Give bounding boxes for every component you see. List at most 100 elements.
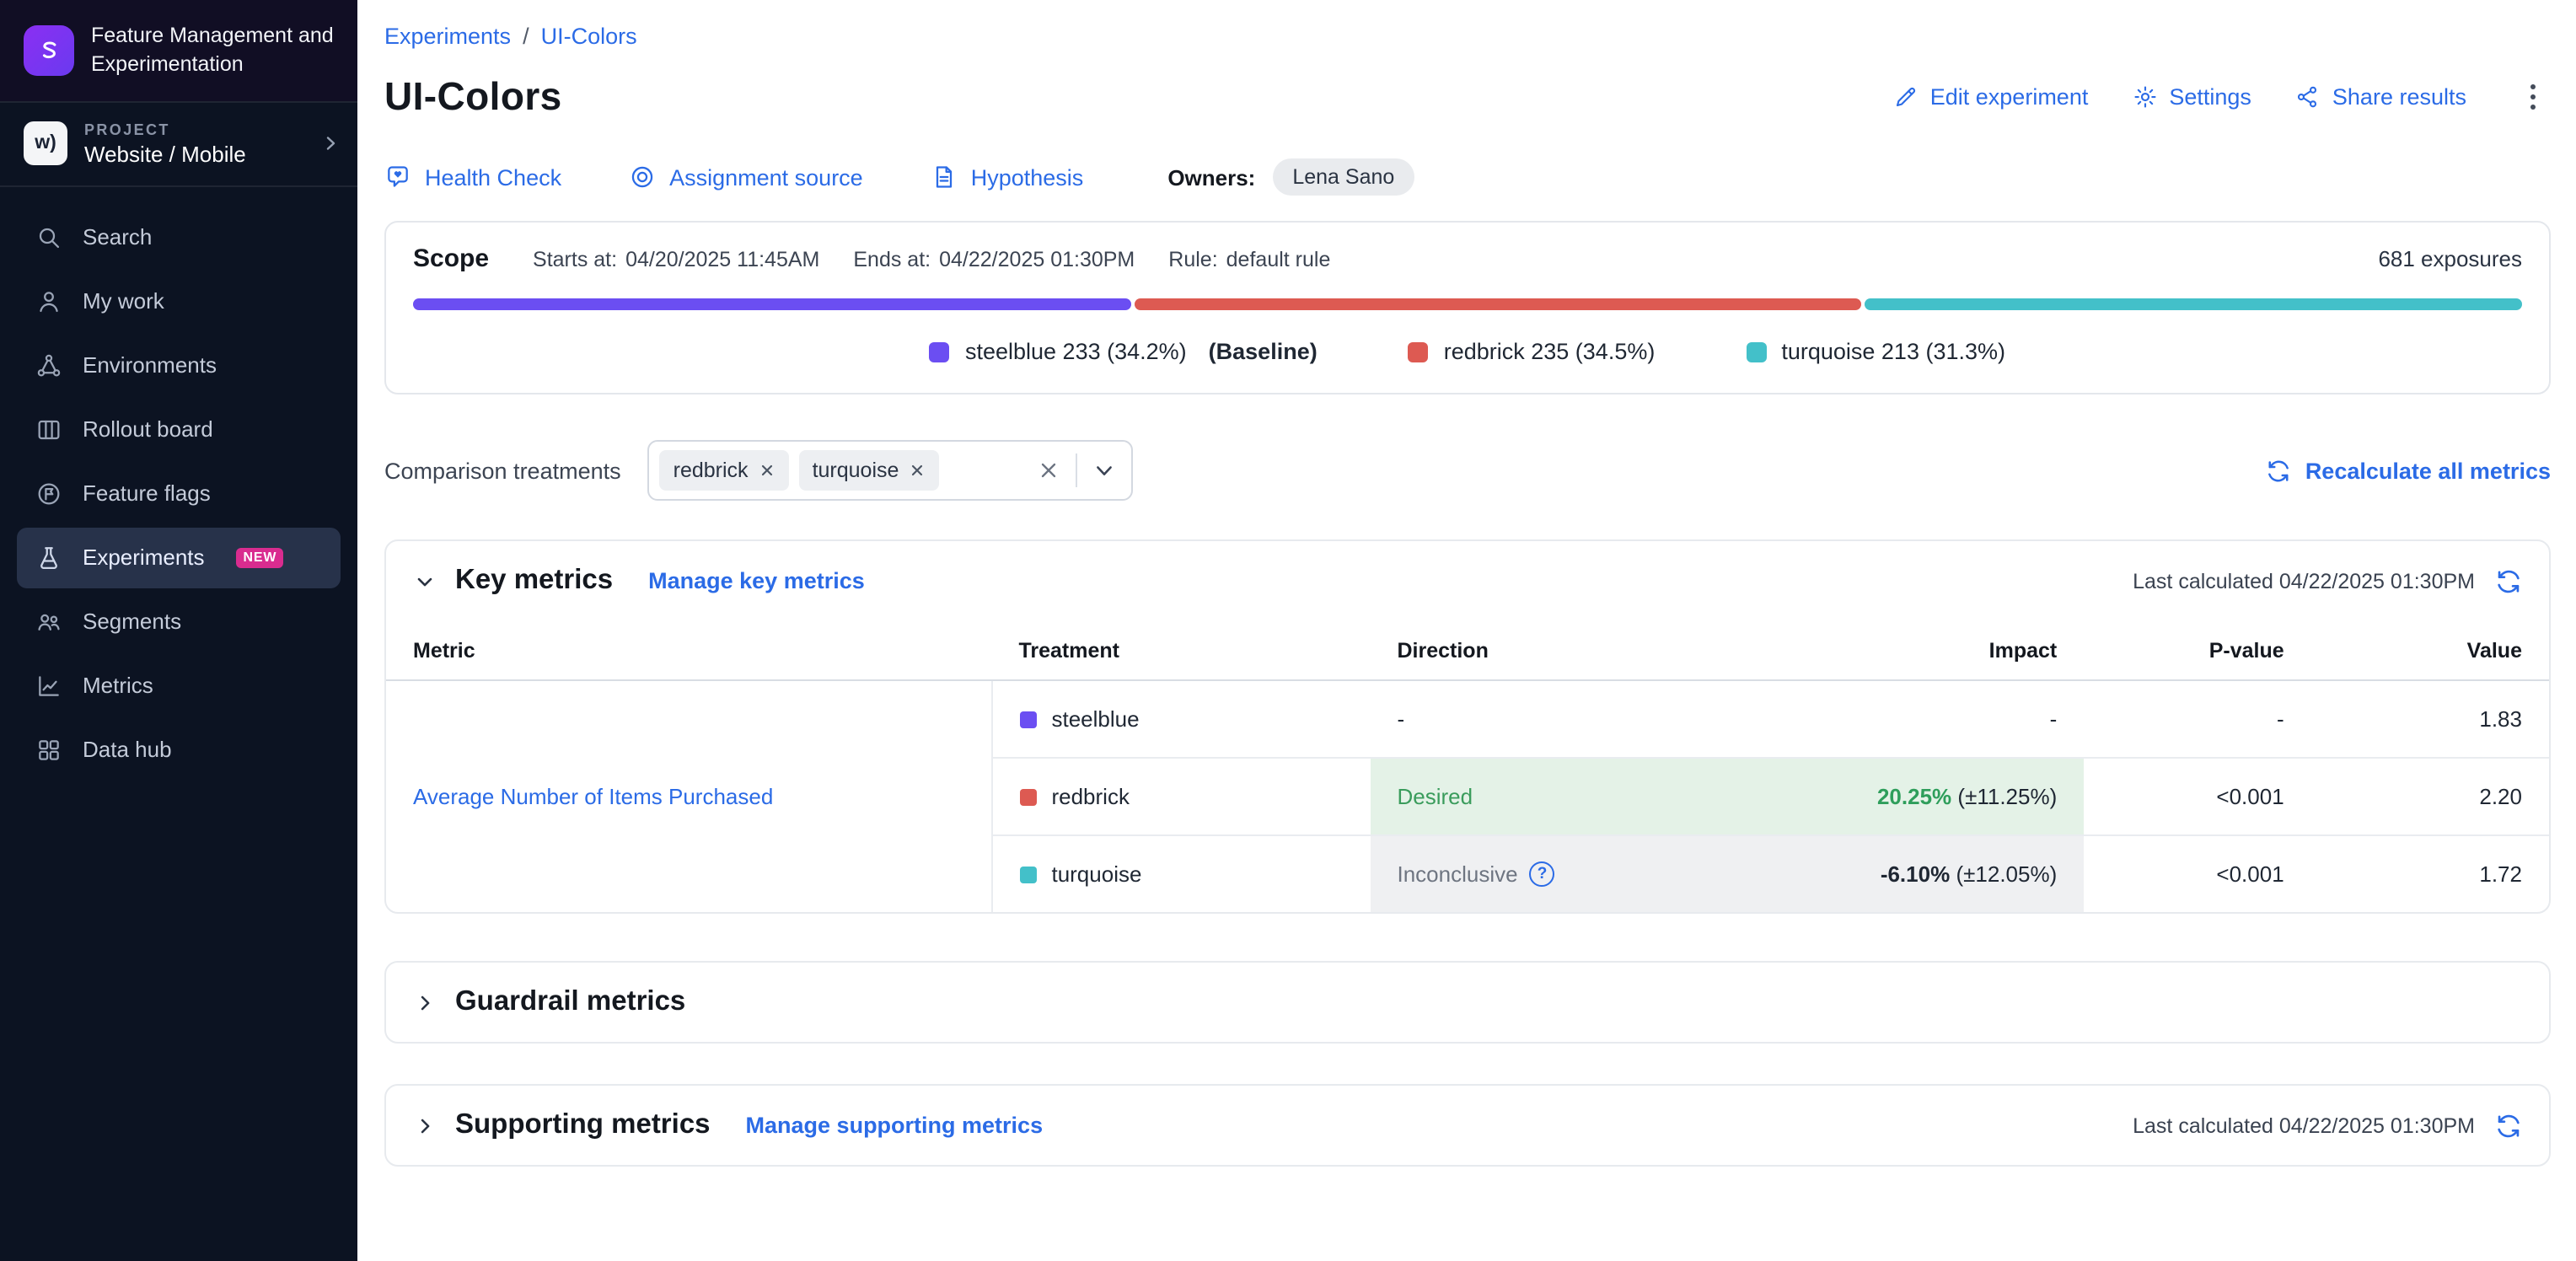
question-circle-icon[interactable] xyxy=(1530,861,1555,887)
rule: Rule: default rule xyxy=(1168,247,1330,271)
owner-chip[interactable]: Lena Sano xyxy=(1272,158,1414,196)
treatment-chip-redbrick[interactable]: redbrick xyxy=(660,450,789,491)
legend-swatch-steelblue xyxy=(930,341,950,362)
share-icon xyxy=(2295,84,2321,110)
treatment-cell: redbrick xyxy=(991,758,1370,835)
project-avatar: w) xyxy=(24,122,67,166)
impact-cell: -6.10% (±12.05%) xyxy=(1803,835,2085,912)
direction-cell: - xyxy=(1371,680,1803,758)
ends-at-label: Ends at: xyxy=(853,247,931,271)
search-icon xyxy=(35,224,62,251)
user-icon xyxy=(35,288,62,315)
expand-chevron-right-icon[interactable] xyxy=(413,990,437,1014)
sidebar-item-label: Experiments xyxy=(83,545,205,571)
treatment-name: steelblue xyxy=(1051,706,1139,732)
legend-label: redbrick 235 (34.5%) xyxy=(1444,339,1656,364)
share-results-button[interactable]: Share results xyxy=(2295,84,2466,110)
direction-text: Desired xyxy=(1398,784,1473,809)
settings-button[interactable]: Settings xyxy=(2132,84,2251,110)
header-actions: Edit experiment Settings Share results xyxy=(1893,78,2551,115)
key-metrics-header: Key metrics Manage key metrics Last calc… xyxy=(386,541,2549,620)
collapse-chevron-down-icon[interactable] xyxy=(413,569,437,593)
project-switcher[interactable]: w) PROJECT Website / Mobile xyxy=(0,101,357,187)
manage-key-metrics-link[interactable]: Manage key metrics xyxy=(648,568,865,593)
starts-at-value: 04/20/2025 11:45AM xyxy=(625,247,819,271)
edit-experiment-button[interactable]: Edit experiment xyxy=(1893,84,2089,110)
distribution-segment-steelblue xyxy=(413,298,1132,310)
sidebar-item-label: Segments xyxy=(83,609,181,635)
sidebar-item-my-work[interactable]: My work xyxy=(17,271,341,332)
ends-at-value: 04/22/2025 01:30PM xyxy=(939,247,1135,271)
treatment-name: turquoise xyxy=(1051,861,1141,887)
direction-cell: Inconclusive xyxy=(1371,835,1803,912)
remove-chip-icon[interactable] xyxy=(909,462,926,479)
value-cell: 1.72 xyxy=(2311,835,2549,912)
remove-chip-icon[interactable] xyxy=(759,462,775,479)
expand-chevron-right-icon[interactable] xyxy=(413,1113,437,1137)
clear-selection-icon[interactable] xyxy=(1038,459,1061,482)
p-value-cell: - xyxy=(2084,680,2310,758)
value-cell: 2.20 xyxy=(2311,758,2549,835)
meta-row: Health Check Assignment source Hypothesi… xyxy=(384,158,2551,196)
recalculate-all-metrics-button[interactable]: Recalculate all metrics xyxy=(2267,458,2551,483)
comparison-treatments-label: Comparison treatments xyxy=(384,458,621,483)
treatment-cell: steelblue xyxy=(991,680,1370,758)
owners-label: Owners: xyxy=(1167,164,1255,190)
sidebar-item-segments[interactable]: Segments xyxy=(17,592,341,652)
manage-supporting-metrics-link[interactable]: Manage supporting metrics xyxy=(746,1113,1044,1138)
breadcrumb-link-current[interactable]: UI-Colors xyxy=(541,24,637,49)
target-icon xyxy=(629,164,656,190)
legend-swatch-turquoise xyxy=(1746,341,1766,362)
more-actions-button[interactable] xyxy=(2514,78,2551,115)
sidebar-item-data-hub[interactable]: Data hub xyxy=(17,720,341,781)
column-header-treatment: Treatment xyxy=(991,620,1370,680)
dropdown-chevron-icon[interactable] xyxy=(1093,459,1117,482)
last-calculated-group: Last calculated 04/22/2025 01:30PM xyxy=(2133,567,2522,594)
distribution-legend: steelblue 233 (34.2%) (Baseline) redbric… xyxy=(413,339,2522,364)
impact-cell: 20.25% (±11.25%) xyxy=(1803,758,2085,835)
page-title: UI-Colors xyxy=(384,74,562,120)
breadcrumb-link-experiments[interactable]: Experiments xyxy=(384,24,511,49)
treatment-cell: turquoise xyxy=(991,835,1370,912)
heart-bubble-icon xyxy=(384,164,411,190)
data-hub-icon xyxy=(35,737,62,764)
value-cell: 1.83 xyxy=(2311,680,2549,758)
hypothesis-link[interactable]: Hypothesis xyxy=(931,164,1084,190)
distribution-segment-turquoise xyxy=(1864,298,2522,310)
chevron-right-icon xyxy=(320,134,341,154)
brand: Feature Management and Experimentation xyxy=(0,0,357,101)
breadcrumb-separator: / xyxy=(523,24,529,49)
sidebar-item-label: Search xyxy=(83,225,152,250)
sidebar-item-label: Data hub xyxy=(83,738,172,763)
treatment-chip-turquoise[interactable]: turquoise xyxy=(799,450,940,491)
sidebar-item-label: Metrics xyxy=(83,673,153,699)
feature-flag-icon xyxy=(35,480,62,507)
impact-value: - xyxy=(2050,706,2058,732)
scope-header: Scope Starts at: 04/20/2025 11:45AM Ends… xyxy=(413,244,2522,273)
brand-title: Feature Management and Experimentation xyxy=(91,22,334,79)
assignment-source-link[interactable]: Assignment source xyxy=(629,164,863,190)
sidebar-item-rollout-board[interactable]: Rollout board xyxy=(17,400,341,460)
gear-icon xyxy=(2132,84,2157,110)
table-header-row: Metric Treatment Direction Impact P-valu… xyxy=(386,620,2549,680)
key-metrics-title: Key metrics xyxy=(455,565,613,597)
refresh-supporting-metrics-button[interactable] xyxy=(2495,1112,2522,1139)
treatments-multiselect[interactable]: redbrick turquoise xyxy=(648,440,1134,501)
sidebar-item-feature-flags[interactable]: Feature flags xyxy=(17,464,341,524)
sidebar-item-metrics[interactable]: Metrics xyxy=(17,656,341,716)
document-icon xyxy=(931,164,958,190)
sidebar-item-experiments[interactable]: Experiments NEW xyxy=(17,528,341,588)
health-check-link[interactable]: Health Check xyxy=(384,164,561,190)
refresh-key-metrics-button[interactable] xyxy=(2495,567,2522,594)
starts-at-label: Starts at: xyxy=(533,247,617,271)
rollout-board-icon xyxy=(35,416,62,443)
direction-cell: Desired xyxy=(1371,758,1803,835)
p-value-cell: <0.001 xyxy=(2084,758,2310,835)
sidebar-item-environments[interactable]: Environments xyxy=(17,335,341,396)
p-value-cell: <0.001 xyxy=(2084,835,2310,912)
column-header-direction: Direction xyxy=(1371,620,1803,680)
direction-text: Inconclusive xyxy=(1398,861,1518,887)
metric-link[interactable]: Average Number of Items Purchased xyxy=(413,784,773,809)
sidebar-item-search[interactable]: Search xyxy=(17,207,341,268)
project-label: PROJECT xyxy=(84,121,246,138)
